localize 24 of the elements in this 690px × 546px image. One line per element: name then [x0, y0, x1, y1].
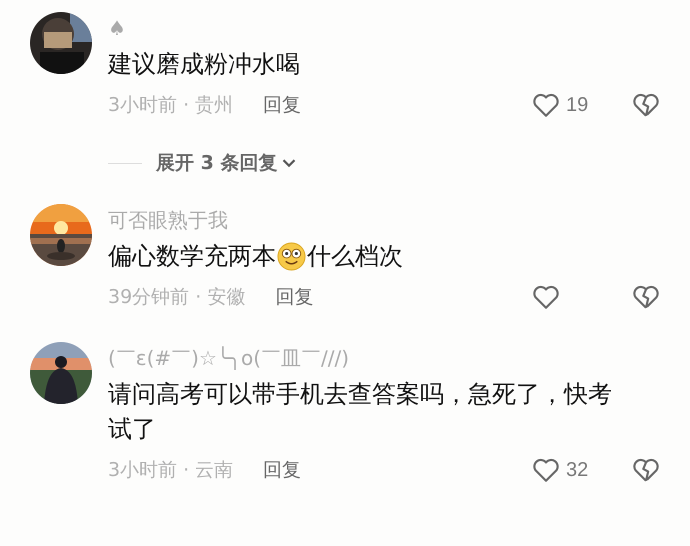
reply-button[interactable]: 回复	[263, 92, 302, 118]
username[interactable]: ♠	[108, 15, 660, 41]
username[interactable]: (￣ε(#￣)☆╰╮o(￣皿￣///)	[108, 345, 660, 371]
broken-heart-icon[interactable]	[632, 457, 660, 483]
reply-button[interactable]: 回复	[275, 284, 314, 310]
username[interactable]: 可否眼熟于我	[108, 207, 660, 233]
like-button[interactable]: 19	[532, 92, 612, 118]
comment-text: 偏心数学充两本	[108, 241, 276, 272]
smiley-emoji-icon	[277, 242, 306, 271]
like-button[interactable]: 32	[532, 457, 612, 483]
time-location: 3小时前 · 云南	[108, 458, 234, 483]
broken-heart-icon[interactable]	[632, 284, 660, 310]
comment-text: 什么档次	[307, 241, 403, 272]
heart-icon	[532, 92, 560, 118]
comment-text: 请问高考可以带手机去查答案吗，急死了，快考试了	[108, 379, 613, 445]
broken-heart-icon[interactable]	[632, 92, 660, 118]
heart-icon	[532, 284, 560, 310]
comment-text: 建议磨成粉冲水喝	[108, 49, 300, 80]
expand-replies-button[interactable]: 展开 3 条回复	[156, 150, 298, 176]
time-location: 3小时前 · 贵州	[108, 93, 234, 118]
reply-button[interactable]: 回复	[263, 457, 302, 483]
time-location: 39分钟前 · 安徽	[108, 285, 246, 310]
heart-icon	[532, 457, 560, 483]
chevron-down-icon	[281, 158, 298, 168]
